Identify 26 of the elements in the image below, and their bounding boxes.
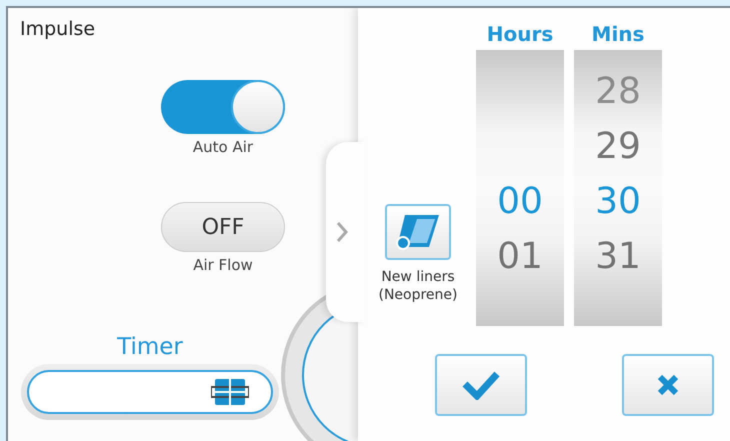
scroll-wheel[interactable]: 00 01 <box>476 50 564 326</box>
wheel-value[interactable]: 29 <box>595 119 641 174</box>
liners-button[interactable] <box>385 204 451 260</box>
chevron-right-icon[interactable] <box>336 221 348 243</box>
scroll-wheel[interactable]: 28 29 30 31 <box>574 50 662 326</box>
wheel-header: Mins <box>592 22 644 48</box>
confirm-button[interactable] <box>435 354 527 416</box>
screen-title: Impulse <box>20 18 96 40</box>
wheel-value[interactable]: 01 <box>497 229 543 284</box>
check-icon <box>461 370 501 400</box>
close-icon <box>657 374 679 396</box>
close-button[interactable] <box>622 354 714 416</box>
wheel-value[interactable]: 00 <box>497 174 543 229</box>
timer-field[interactable] <box>21 364 279 420</box>
auto-air-toggle[interactable] <box>161 80 285 134</box>
liner-roll-icon <box>395 213 441 251</box>
grid-icon <box>211 378 249 406</box>
toggle-label: Auto Air <box>192 138 254 156</box>
wheel-header: Hours <box>486 22 554 48</box>
air-flow-label: Air Flow <box>193 256 253 274</box>
timer-label: Timer <box>117 334 183 360</box>
wheel-value[interactable]: 30 <box>595 174 641 229</box>
wheel-value[interactable]: 28 <box>595 64 641 119</box>
air-flow-button[interactable]: OFF <box>161 202 285 252</box>
wheel-value[interactable]: 31 <box>595 229 641 284</box>
liners-label: New liners (Neoprene) <box>378 268 458 304</box>
